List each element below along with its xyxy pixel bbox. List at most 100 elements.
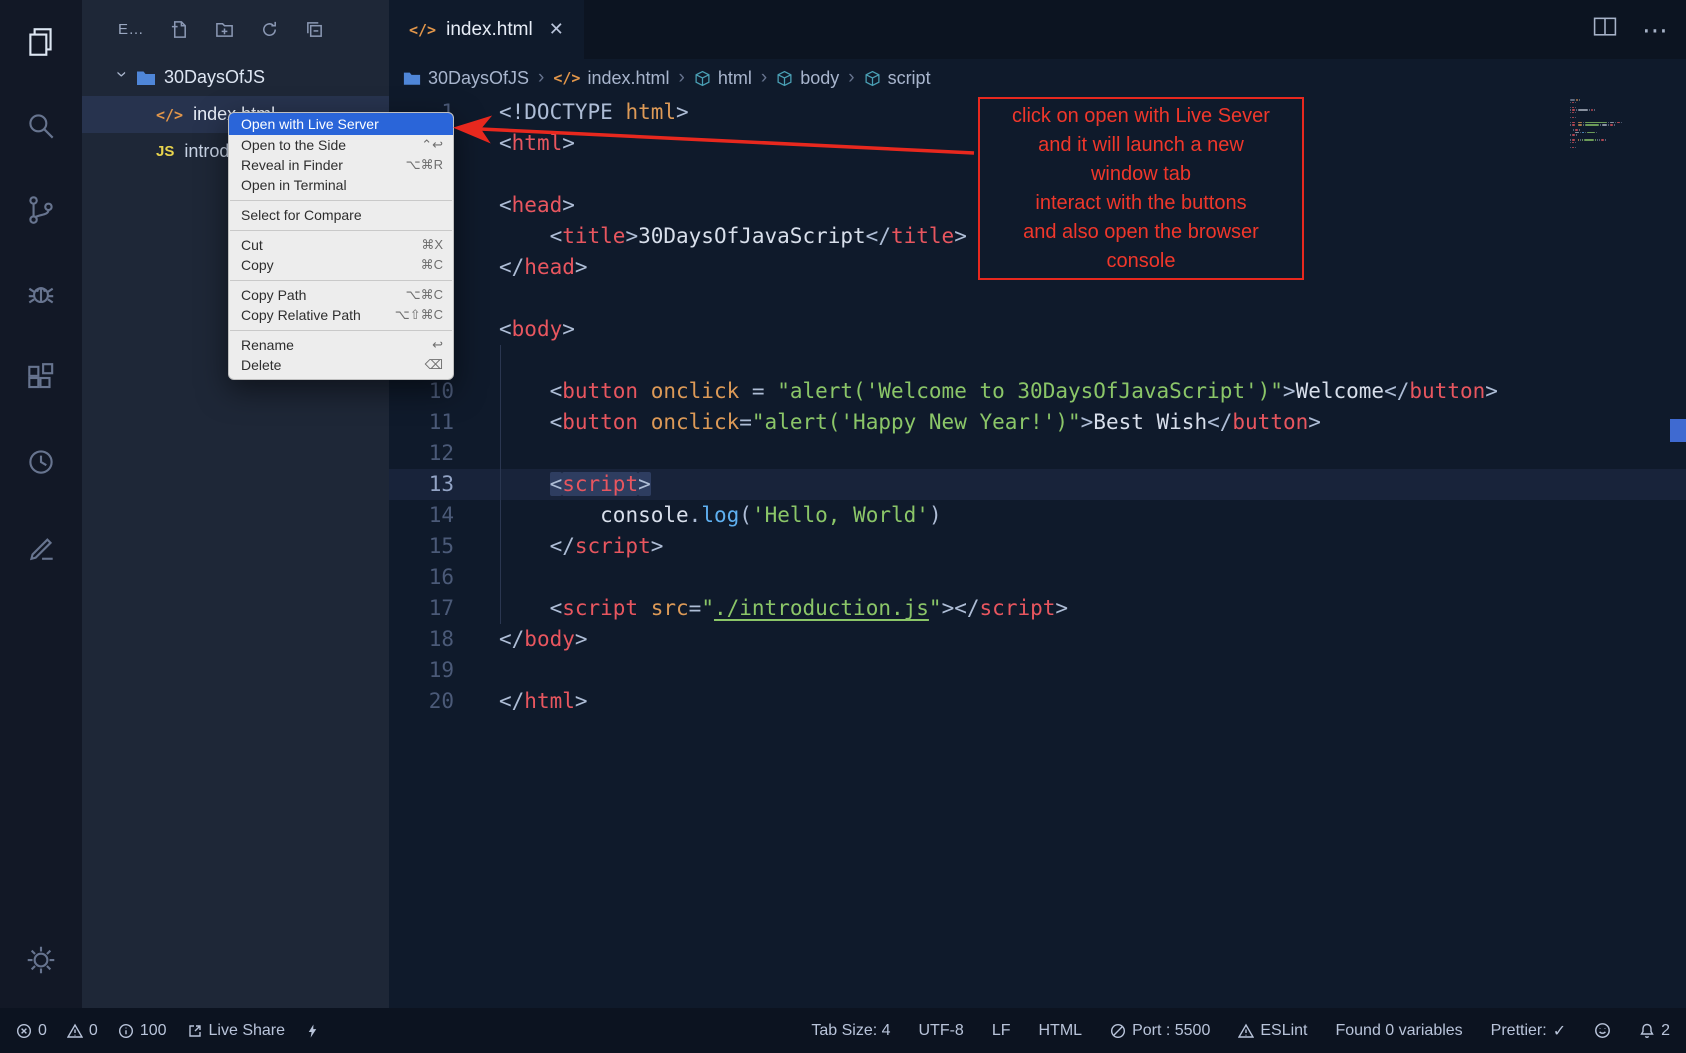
breadcrumb-separator: › [679,67,685,89]
tab-size-status[interactable]: Tab Size: 4 [811,1022,890,1040]
code-line-9[interactable]: 9 [389,345,1686,376]
menu-item-open-to-the-side[interactable]: Open to the Side⌃↩ [229,135,453,155]
menu-item-copy-path[interactable]: Copy Path ⌥⌘C [229,285,453,305]
line-content: <head> [454,190,575,221]
menu-item-cut[interactable]: Cut⌘X [229,235,453,255]
symbol-cube-icon [864,70,881,87]
source-control-icon[interactable] [0,168,82,252]
code-line-15[interactable]: 15 </script> [389,531,1686,562]
circle-slash-icon [1110,1023,1126,1039]
explorer-icon[interactable] [0,0,82,84]
tab-bar: </> index.html ✕ ⋯ [389,0,1686,59]
refresh-icon[interactable] [260,20,279,39]
new-folder-icon[interactable] [215,20,234,39]
tab-index-html[interactable]: </> index.html ✕ [389,0,584,59]
code-line-7[interactable]: 7 [389,283,1686,314]
collapse-all-icon[interactable] [305,20,324,39]
menu-item-label: Copy Path [241,287,306,303]
code-line-12[interactable]: 12 [389,438,1686,469]
code-line-19[interactable]: 19 [389,655,1686,686]
code-line-17[interactable]: 17 <script src="./introduction.js"></scr… [389,593,1686,624]
code-line-16[interactable]: 16 [389,562,1686,593]
code-line-13[interactable]: 13 <script> [389,469,1686,500]
new-file-icon[interactable] [170,20,189,39]
lightning-icon[interactable] [305,1023,320,1039]
overview-ruler-decoration[interactable] [1670,419,1686,442]
line-number: 14 [389,500,454,531]
line-content: </html> [454,686,588,717]
menu-item-open-with-live-server[interactable]: Open with Live Server [229,113,453,135]
settings-gear-icon[interactable] [0,918,82,1002]
line-number: 12 [389,438,454,469]
line-content [454,438,499,469]
menu-item-label: Open to the Side [241,137,346,153]
feedback-smiley-icon[interactable] [1594,1022,1611,1039]
menu-item-label: Open in Terminal [241,177,347,193]
line-number: 11 [389,407,454,438]
close-icon[interactable]: ✕ [549,19,564,40]
breadcrumb-folder[interactable]: 30DaysOfJS [403,68,529,89]
menu-item-label: Open with Live Server [241,116,379,132]
errors-status[interactable]: 0 [16,1022,47,1040]
search-icon[interactable] [0,84,82,168]
draw-icon[interactable] [0,504,82,588]
breadcrumb-html[interactable]: html [694,68,752,89]
live-share-button[interactable]: Live Share [187,1022,286,1040]
line-number: 17 [389,593,454,624]
breadcrumb-file[interactable]: </> index.html [553,68,669,89]
status-bar: 0 0 100 Live Share Tab Size: 4 UTF-8 LF … [0,1008,1686,1053]
split-editor-icon[interactable] [1592,14,1618,45]
eol-status[interactable]: LF [992,1022,1011,1040]
extensions-icon[interactable] [0,336,82,420]
line-content: <body> [454,314,575,345]
bell-icon [1639,1022,1655,1039]
menu-item-copy[interactable]: Copy⌘C [229,255,453,275]
breadcrumb-script[interactable]: script [864,68,931,89]
menu-item-shortcut: ⌥⌘C [406,287,443,303]
line-number: 19 [389,655,454,686]
menu-separator [230,200,452,201]
code-line-8[interactable]: 8<body> [389,314,1686,345]
warnings-status[interactable]: 0 [67,1022,98,1040]
breadcrumb-body[interactable]: body [776,68,839,89]
code-line-10[interactable]: 10 <button onclick = "alert('Welcome to … [389,376,1686,407]
menu-item-shortcut: ⌫ [425,357,443,373]
minimap[interactable] [1570,99,1662,149]
line-content: <button onclick = "alert('Welcome to 30D… [454,376,1498,407]
indent-guide [500,345,501,624]
breadcrumb: 30DaysOfJS › </> index.html › html › bod… [389,59,1686,97]
language-status[interactable]: HTML [1039,1022,1083,1040]
folder-icon [403,71,421,86]
menu-item-reveal-in-finder[interactable]: Reveal in Finder⌥⌘R [229,155,453,175]
code-line-18[interactable]: 18</body> [389,624,1686,655]
variables-status[interactable]: Found 0 variables [1335,1022,1462,1040]
line-number: 18 [389,624,454,655]
check-icon: ✓ [1553,1021,1566,1041]
share-icon [187,1023,203,1039]
folder-name: 30DaysOfJS [164,67,265,88]
info-status[interactable]: 100 [118,1022,167,1040]
line-content [454,655,499,686]
more-actions-icon[interactable]: ⋯ [1642,17,1668,43]
code-line-11[interactable]: 11 <button onclick="alert('Happy New Yea… [389,407,1686,438]
folder-row-30daysofjs[interactable]: › 30DaysOfJS [82,59,389,96]
notifications-bell[interactable]: 2 [1639,1022,1670,1040]
port-status[interactable]: Port : 5500 [1110,1022,1210,1040]
html-file-icon: </> [156,106,183,124]
menu-item-copy-relative-path[interactable]: Copy Relative Path⌥⇧⌘C [229,305,453,325]
prettier-status[interactable]: Prettier: ✓ [1491,1021,1566,1041]
history-icon[interactable] [0,420,82,504]
breadcrumb-separator: › [538,67,544,89]
menu-item-open-in-terminal[interactable]: Open in Terminal [229,175,453,195]
eslint-status[interactable]: ESLint [1238,1022,1307,1040]
menu-item-rename[interactable]: Rename↩ [229,335,453,355]
code-line-14[interactable]: 14 console.log('Hello, World') [389,500,1686,531]
line-content: </body> [454,624,588,655]
menu-item-delete[interactable]: Delete⌫ [229,355,453,375]
run-debug-icon[interactable] [0,252,82,336]
menu-item-shortcut: ⌘C [421,257,443,273]
code-line-20[interactable]: 20</html> [389,686,1686,717]
menu-separator [230,280,452,281]
encoding-status[interactable]: UTF-8 [919,1022,964,1040]
menu-item-select-for-compare[interactable]: Select for Compare [229,205,453,225]
